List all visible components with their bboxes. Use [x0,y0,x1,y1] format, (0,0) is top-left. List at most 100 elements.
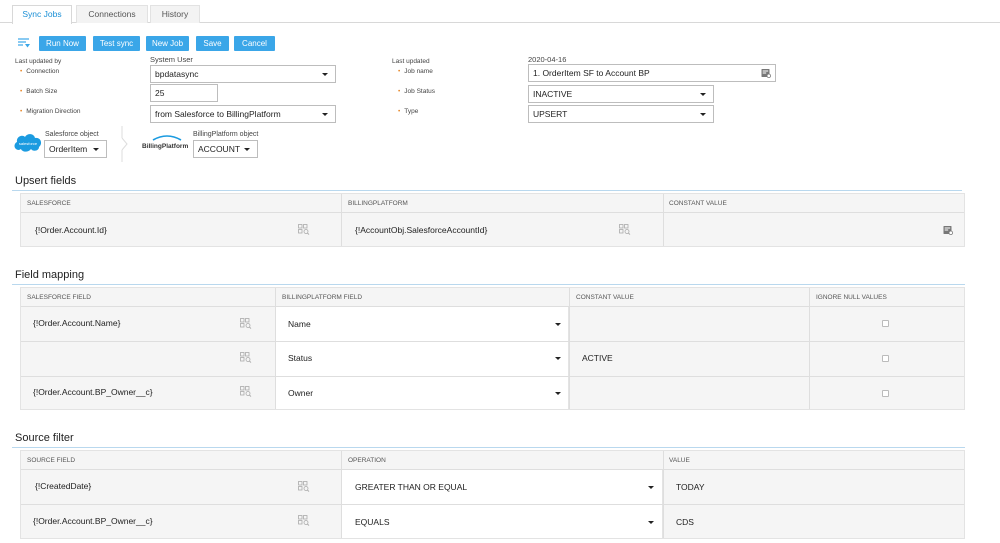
type-select[interactable]: UPSERT [528,105,714,123]
mapping-bp-field-select[interactable]: Status [288,353,312,363]
column-divider [341,451,342,538]
new-job-button[interactable]: New Job [146,36,189,51]
row-divider [21,504,964,505]
ignore-null-checkbox[interactable] [882,355,889,362]
batch-size-label: Batch Size [20,88,57,95]
billingplatform-logo-text: BillingPlatform [142,143,188,150]
chevron-down-icon[interactable] [555,392,561,395]
chevron-down-icon[interactable] [648,486,654,489]
column-divider [663,451,664,538]
chevron-down-icon[interactable] [648,521,654,524]
last-updated-by-value: System User [150,55,193,64]
batch-size-value: 25 [155,88,165,98]
tab-bar: Sync Jobs Connections History [0,0,1000,24]
section-divider [12,284,965,285]
col-header-billingplatform-field: BILLINGPLATFORM FIELD [282,294,363,301]
salesforce-logo: salesforce [14,134,42,152]
mapping-salesforce-field[interactable]: {!Order.Account.Name} [33,318,120,328]
chevron-down-icon[interactable] [555,323,561,326]
chevron-down-icon[interactable] [555,357,561,360]
last-updated-by-label: Last updated by [15,58,62,65]
chevron-down-icon [322,73,328,76]
upsert-fields-table: SALESFORCE BILLINGPLATFORM CONSTANT VALU… [20,193,965,247]
type-value: UPSERT [533,109,568,119]
note-icon[interactable] [761,68,771,78]
row-divider [21,469,964,470]
filter-value[interactable]: TODAY [676,482,705,492]
field-mapping-title: Field mapping [15,269,85,281]
test-sync-button[interactable]: Test sync [93,36,140,51]
col-header-ignore-null-values: IGNORE NULL VALUES [816,294,887,301]
upsert-billingplatform-field[interactable]: {!AccountObj.SalesforceAccountId} [355,225,487,235]
ignore-null-checkbox[interactable] [882,320,889,327]
field-picker-icon[interactable] [240,318,252,329]
job-name-label: Job name [398,68,433,75]
filter-source-field[interactable]: {!CreatedDate} [35,481,91,491]
migration-direction-value: from Salesforce to BillingPlatform [155,109,281,119]
col-header-constant-value: CONSTANT VALUE [669,200,727,207]
column-divider [275,288,276,409]
mapping-constant-value[interactable]: ACTIVE [582,353,613,363]
column-divider [663,194,664,246]
run-now-button[interactable]: Run Now [39,36,86,51]
column-divider [341,194,342,246]
salesforce-object-select[interactable]: OrderItem [44,140,107,158]
note-icon[interactable] [943,225,953,235]
bp-object-value: ACCOUNT [198,144,241,154]
filter-operation-select[interactable]: EQUALS [355,517,390,527]
filter-source-field[interactable]: {!Order.Account.BP_Owner__c} [33,516,153,526]
col-header-salesforce: SALESFORCE [27,200,71,207]
chevron-down-icon [93,148,99,151]
last-updated-label: Last updated [392,58,430,65]
chevron-down-icon [322,113,328,116]
tab-connections[interactable]: Connections [76,5,148,23]
col-header-value: VALUE [669,457,690,464]
type-label: Type [398,108,418,115]
migration-direction-select[interactable]: from Salesforce to BillingPlatform [150,105,336,123]
upsert-salesforce-field[interactable]: {!Order.Account.Id} [35,225,107,235]
field-mapping-table: SALESFORCE FIELD BILLINGPLATFORM FIELD C… [20,287,965,410]
upsert-fields-title: Upsert fields [15,175,77,187]
field-picker-icon[interactable] [240,352,252,363]
salesforce-object-value: OrderItem [49,144,88,154]
row-divider [21,376,964,377]
batch-size-input[interactable]: 25 [150,84,218,102]
cancel-button[interactable]: Cancel [234,36,275,51]
row-divider [21,341,964,342]
chevron-right-icon [121,126,128,162]
source-filter-title: Source filter [15,432,74,444]
filter-value[interactable]: CDS [676,517,694,527]
tab-sync-jobs[interactable]: Sync Jobs [12,5,72,24]
field-picker-icon[interactable] [240,386,252,397]
bp-field-column-bg [275,306,569,409]
mapping-bp-field-select[interactable]: Owner [288,388,313,398]
column-divider [569,288,570,409]
connection-value: bpdatasync [155,69,199,79]
chevron-down-icon [700,93,706,96]
connection-label: Connection [20,68,59,75]
section-divider [12,447,965,448]
filter-operation-select[interactable]: GREATER THAN OR EQUAL [355,482,467,492]
col-header-billingplatform: BILLINGPLATFORM [348,200,408,207]
source-filter-table: SOURCE FIELD OPERATION VALUE {!CreatedDa… [20,450,965,539]
save-button[interactable]: Save [196,36,229,51]
field-picker-icon[interactable] [298,224,310,235]
field-picker-icon[interactable] [619,224,631,235]
field-picker-icon[interactable] [298,481,310,492]
connection-select[interactable]: bpdatasync [150,65,336,83]
tab-history[interactable]: History [150,5,200,23]
job-name-input[interactable]: 1. OrderItem SF to Account BP [528,64,776,82]
salesforce-object-label: Salesforce object [45,131,99,138]
mapping-salesforce-field[interactable]: {!Order.Account.BP_Owner__c} [33,387,153,397]
migration-direction-label: Migration Direction [20,108,80,115]
job-status-select[interactable]: INACTIVE [528,85,714,103]
job-name-value: 1. OrderItem SF to Account BP [533,68,650,78]
section-divider [12,190,962,191]
mapping-bp-field-select[interactable]: Name [288,319,311,329]
bp-object-select[interactable]: ACCOUNT [193,140,258,158]
filter-menu-icon[interactable] [17,37,31,49]
chevron-down-icon [700,113,706,116]
field-picker-icon[interactable] [298,515,310,526]
ignore-null-checkbox[interactable] [882,390,889,397]
col-header-salesforce-field: SALESFORCE FIELD [27,294,91,301]
